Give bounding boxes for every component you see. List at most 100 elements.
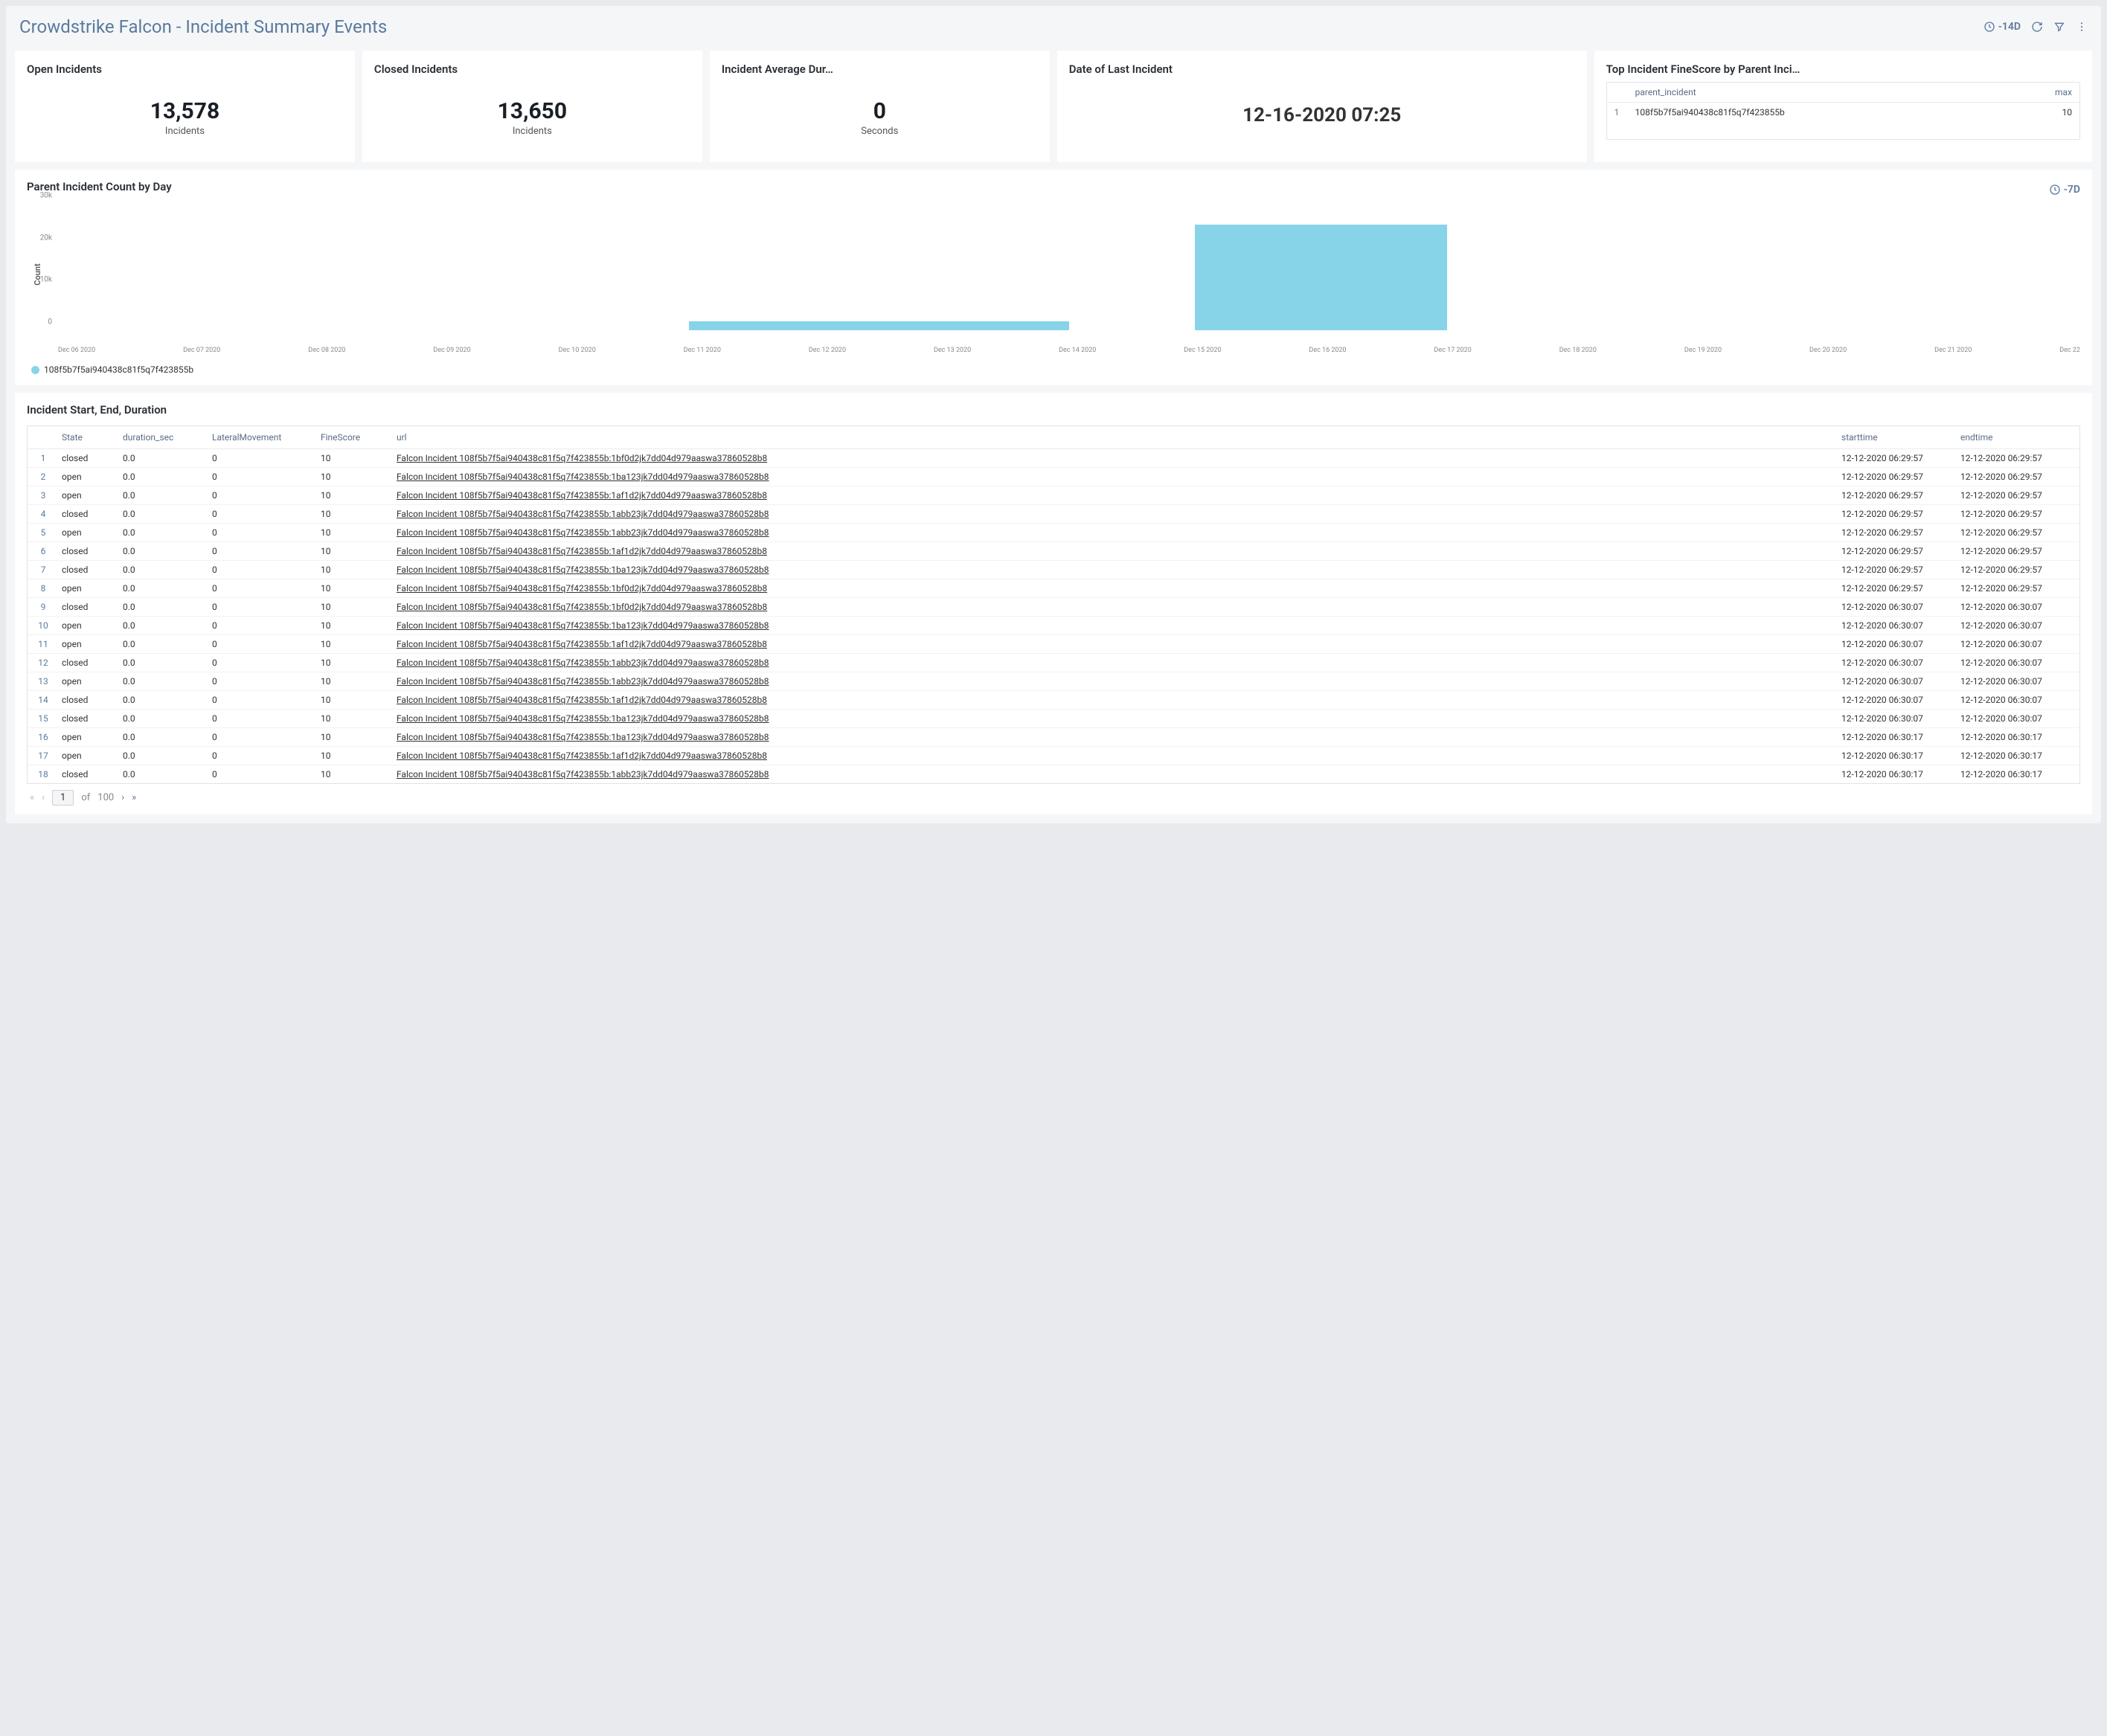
incident-url-link[interactable]: Falcon Incident 108f5b7f5ai940438c81f5q7… bbox=[397, 750, 1834, 761]
x-tick: Dec 21 2020 bbox=[1934, 347, 1972, 354]
incident-url-link[interactable]: Falcon Incident 108f5b7f5ai940438c81f5q7… bbox=[397, 453, 1834, 463]
x-tick: Dec 09 2020 bbox=[433, 347, 470, 354]
incident-url-link[interactable]: Falcon Incident 108f5b7f5ai940438c81f5q7… bbox=[397, 676, 1834, 687]
x-tick: Dec 16 2020 bbox=[1309, 347, 1346, 354]
table-row[interactable]: 8open0.0010Falcon Incident 108f5b7f5ai94… bbox=[28, 579, 2079, 598]
table-row[interactable]: 12closed0.0010Falcon Incident 108f5b7f5a… bbox=[28, 654, 2079, 672]
table-row[interactable]: 6closed0.0010Falcon Incident 108f5b7f5ai… bbox=[28, 542, 2079, 561]
filter-icon[interactable] bbox=[2053, 21, 2065, 33]
card-title: Incident Average Dur… bbox=[722, 62, 1038, 76]
x-tick: Dec 15 2020 bbox=[1184, 347, 1221, 354]
incident-url-link[interactable]: Falcon Incident 108f5b7f5ai940438c81f5q7… bbox=[397, 602, 1834, 612]
card-title: Date of Last Incident bbox=[1069, 62, 1575, 76]
table-row[interactable]: 1closed0.0010Falcon Incident 108f5b7f5ai… bbox=[28, 449, 2079, 468]
x-tick: Dec 08 2020 bbox=[308, 347, 345, 354]
col-url[interactable]: url bbox=[397, 432, 1841, 443]
chart-bar[interactable] bbox=[1195, 225, 1448, 330]
chart-bar[interactable] bbox=[689, 321, 1069, 330]
table-row[interactable]: 14closed0.0010Falcon Incident 108f5b7f5a… bbox=[28, 691, 2079, 710]
dashboard: Crowdstrike Falcon - Incident Summary Ev… bbox=[6, 6, 2101, 823]
incident-url-link[interactable]: Falcon Incident 108f5b7f5ai940438c81f5q7… bbox=[397, 472, 1834, 482]
card-closed-incidents: Closed Incidents 13,650 Incidents bbox=[362, 51, 702, 162]
table-row[interactable]: 9closed0.0010Falcon Incident 108f5b7f5ai… bbox=[28, 598, 2079, 617]
card-last-incident-date: Date of Last Incident 12-16-2020 07:25 bbox=[1057, 51, 1587, 162]
pager-prev-icon[interactable]: ‹ bbox=[42, 792, 45, 803]
card-title: Top Incident FineScore by Parent Inci… bbox=[1606, 62, 2080, 76]
table-row[interactable]: 7closed0.0010Falcon Incident 108f5b7f5ai… bbox=[28, 561, 2079, 579]
closed-incidents-value: 13,650 bbox=[374, 98, 690, 124]
table-row[interactable]: 17open0.0010Falcon Incident 108f5b7f5ai9… bbox=[28, 747, 2079, 765]
avg-duration-value: 0 bbox=[722, 98, 1038, 124]
col-lateral[interactable]: LateralMovement bbox=[212, 432, 321, 443]
col-finescore[interactable]: FineScore bbox=[321, 432, 397, 443]
col-parent-incident[interactable]: parent_incident bbox=[1628, 87, 2042, 97]
col-duration[interactable]: duration_sec bbox=[123, 432, 212, 443]
card-open-incidents: Open Incidents 13,578 Incidents bbox=[15, 51, 355, 162]
toolbar: -14D bbox=[1983, 21, 2088, 33]
incident-url-link[interactable]: Falcon Incident 108f5b7f5ai940438c81f5q7… bbox=[397, 509, 1834, 519]
col-max[interactable]: max bbox=[2042, 87, 2072, 97]
table-row[interactable]: 11open0.0010Falcon Incident 108f5b7f5ai9… bbox=[28, 635, 2079, 654]
refresh-icon[interactable] bbox=[2031, 21, 2043, 33]
incident-url-link[interactable]: Falcon Incident 108f5b7f5ai940438c81f5q7… bbox=[397, 620, 1834, 631]
clock-icon bbox=[2049, 184, 2061, 196]
closed-incidents-label: Incidents bbox=[374, 126, 690, 137]
dashboard-header: Crowdstrike Falcon - Incident Summary Ev… bbox=[7, 7, 2100, 51]
incident-url-link[interactable]: Falcon Incident 108f5b7f5ai940438c81f5q7… bbox=[397, 546, 1834, 556]
finescore-row[interactable]: 1108f5b7f5ai940438c81f5q7f423855b10 bbox=[1607, 103, 2079, 122]
legend-dot-icon bbox=[31, 366, 39, 374]
pager: « ‹ 1 of 100 › » bbox=[27, 784, 2080, 807]
chart-time-range[interactable]: -7D bbox=[2049, 184, 2080, 196]
time-range-selector[interactable]: -14D bbox=[1983, 21, 2021, 33]
x-tick: Dec 07 2020 bbox=[183, 347, 220, 354]
pager-current[interactable]: 1 bbox=[52, 790, 74, 806]
pager-first-icon[interactable]: « bbox=[30, 792, 34, 803]
incident-url-link[interactable]: Falcon Incident 108f5b7f5ai940438c81f5q7… bbox=[397, 583, 1834, 594]
pager-next-icon[interactable]: › bbox=[121, 792, 124, 803]
finescore-table: parent_incident max 1108f5b7f5ai940438c8… bbox=[1606, 82, 2080, 140]
incident-url-link[interactable]: Falcon Incident 108f5b7f5ai940438c81f5q7… bbox=[397, 713, 1834, 724]
col-state[interactable]: State bbox=[59, 432, 123, 443]
x-tick: Dec 10 2020 bbox=[559, 347, 596, 354]
card-title: Open Incidents bbox=[27, 62, 343, 76]
table-row[interactable]: 3open0.0010Falcon Incident 108f5b7f5ai94… bbox=[28, 486, 2079, 505]
table-row[interactable]: 16open0.0010Falcon Incident 108f5b7f5ai9… bbox=[28, 728, 2079, 747]
incident-url-link[interactable]: Falcon Incident 108f5b7f5ai940438c81f5q7… bbox=[397, 732, 1834, 742]
table-row[interactable]: 4closed0.0010Falcon Incident 108f5b7f5ai… bbox=[28, 505, 2079, 524]
incident-url-link[interactable]: Falcon Incident 108f5b7f5ai940438c81f5q7… bbox=[397, 639, 1834, 649]
incident-url-link[interactable]: Falcon Incident 108f5b7f5ai940438c81f5q7… bbox=[397, 565, 1834, 575]
metric-cards-row: Open Incidents 13,578 Incidents Closed I… bbox=[7, 51, 2100, 170]
table-row[interactable]: 18closed0.0010Falcon Incident 108f5b7f5a… bbox=[28, 765, 2079, 783]
page-title: Crowdstrike Falcon - Incident Summary Ev… bbox=[19, 16, 387, 37]
more-icon[interactable] bbox=[2076, 21, 2088, 33]
x-tick: Dec 14 2020 bbox=[1059, 347, 1096, 354]
pager-of: of bbox=[81, 792, 90, 803]
table-row[interactable]: 10open0.0010Falcon Incident 108f5b7f5ai9… bbox=[28, 617, 2079, 635]
table-row[interactable]: 2open0.0010Falcon Incident 108f5b7f5ai94… bbox=[28, 468, 2079, 486]
incident-url-link[interactable]: Falcon Incident 108f5b7f5ai940438c81f5q7… bbox=[397, 695, 1834, 705]
incident-url-link[interactable]: Falcon Incident 108f5b7f5ai940438c81f5q7… bbox=[397, 769, 1834, 779]
x-tick: Dec 12 2020 bbox=[809, 347, 846, 354]
x-tick: Dec 06 2020 bbox=[58, 347, 95, 354]
x-tick: Dec 20 2020 bbox=[1809, 347, 1847, 354]
open-incidents-value: 13,578 bbox=[27, 98, 343, 124]
x-tick: Dec 19 2020 bbox=[1684, 347, 1722, 354]
legend-label: 108f5b7f5ai940438c81f5q7f423855b bbox=[44, 364, 193, 375]
incident-url-link[interactable]: Falcon Incident 108f5b7f5ai940438c81f5q7… bbox=[397, 527, 1834, 538]
pager-total: 100 bbox=[97, 792, 114, 803]
plot-area[interactable] bbox=[58, 204, 2080, 330]
col-endtime[interactable]: endtime bbox=[1960, 432, 2079, 443]
card-title: Closed Incidents bbox=[374, 62, 690, 76]
pager-last-icon[interactable]: » bbox=[132, 792, 136, 803]
last-incident-date: 12-16-2020 07:25 bbox=[1069, 82, 1575, 126]
incident-url-link[interactable]: Falcon Incident 108f5b7f5ai940438c81f5q7… bbox=[397, 490, 1834, 501]
chart-panel: Parent Incident Count by Day -7D Count 0… bbox=[15, 170, 2092, 385]
chart-time-range-label: -7D bbox=[2064, 184, 2080, 196]
table-row[interactable]: 5open0.0010Falcon Incident 108f5b7f5ai94… bbox=[28, 524, 2079, 542]
table-row[interactable]: 15closed0.0010Falcon Incident 108f5b7f5a… bbox=[28, 710, 2079, 728]
table-panel: Incident Start, End, Duration State dura… bbox=[15, 393, 2092, 814]
col-starttime[interactable]: starttime bbox=[1841, 432, 1960, 443]
incident-url-link[interactable]: Falcon Incident 108f5b7f5ai940438c81f5q7… bbox=[397, 658, 1834, 668]
table-row[interactable]: 13open0.0010Falcon Incident 108f5b7f5ai9… bbox=[28, 672, 2079, 691]
open-incidents-label: Incidents bbox=[27, 126, 343, 137]
